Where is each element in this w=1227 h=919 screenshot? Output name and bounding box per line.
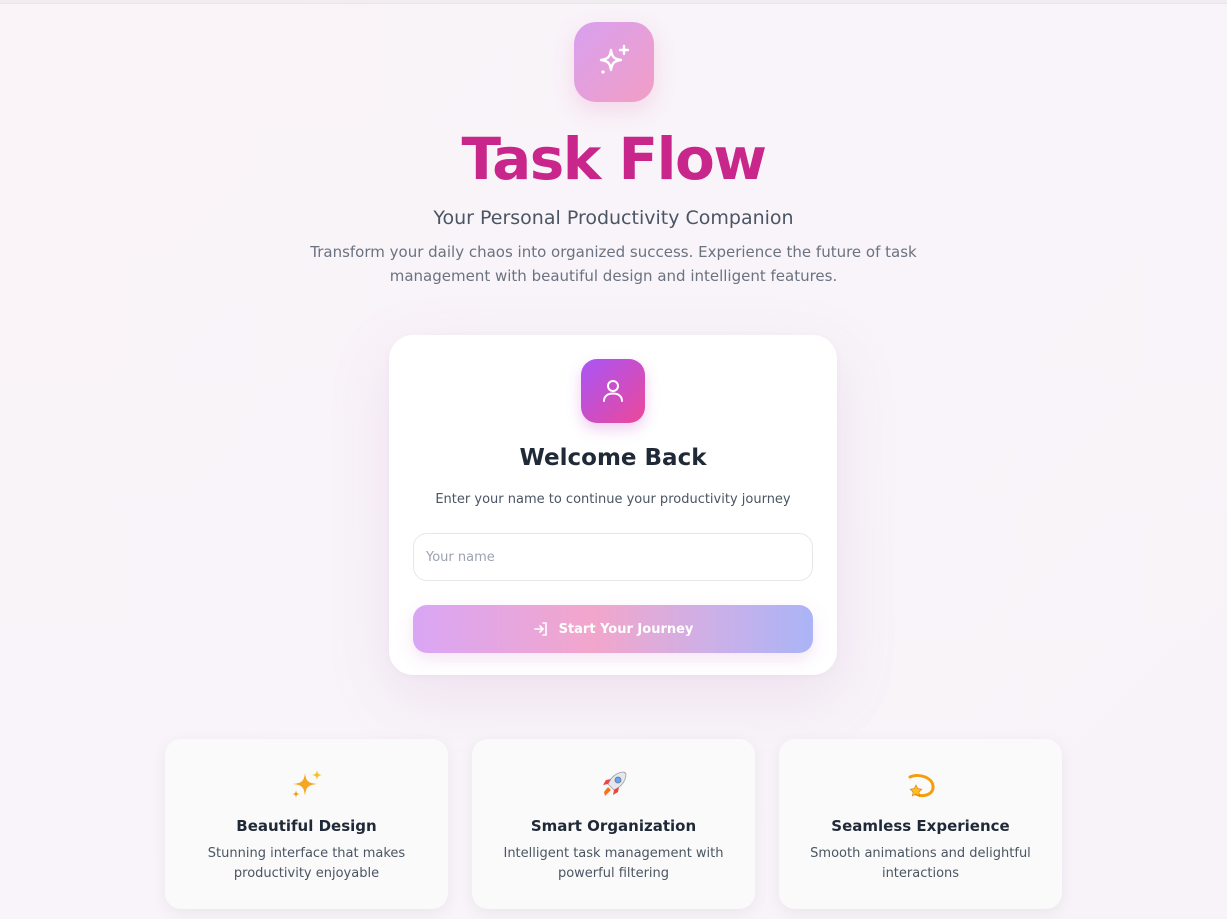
sparkles-icon bbox=[599, 44, 629, 74]
start-journey-button[interactable]: Start Your Journey bbox=[413, 605, 813, 653]
login-card: Welcome Back Enter your name to continue… bbox=[389, 335, 837, 675]
feature-title: Seamless Experience bbox=[831, 817, 1010, 835]
feature-description: Stunning interface that makes productivi… bbox=[207, 846, 406, 881]
app-title: Task Flow bbox=[461, 125, 767, 193]
app-description: Transform your daily chaos into organize… bbox=[310, 243, 917, 285]
sparkles-emoji-icon bbox=[290, 767, 324, 801]
feature-card-organization: Smart Organization Intelligent task mana… bbox=[472, 739, 755, 909]
login-prompt: Enter your name to continue your product… bbox=[435, 492, 791, 507]
feature-title: Beautiful Design bbox=[236, 817, 377, 835]
feature-description: Intelligent task management with powerfu… bbox=[503, 846, 724, 881]
log-in-icon bbox=[533, 622, 547, 636]
feature-description: Smooth animations and delightful interac… bbox=[810, 846, 1031, 881]
user-icon bbox=[603, 380, 623, 402]
welcome-heading: Welcome Back bbox=[519, 445, 707, 471]
feature-card-design: Beautiful Design Stunning interface that… bbox=[165, 739, 448, 909]
app-subtitle: Your Personal Productivity Companion bbox=[433, 207, 794, 229]
features-row: Beautiful Design Stunning interface that… bbox=[165, 739, 1062, 909]
feature-title: Smart Organization bbox=[530, 817, 697, 835]
user-avatar-tile bbox=[581, 359, 645, 423]
start-journey-label: Start Your Journey bbox=[558, 621, 694, 637]
feature-card-experience: Seamless Experience Smooth animations an… bbox=[779, 739, 1062, 909]
hero-section: Task Flow Your Personal Productivity Com… bbox=[0, 22, 1227, 288]
name-input[interactable] bbox=[413, 533, 813, 581]
dizzy-star-emoji-icon bbox=[904, 767, 938, 801]
logo-tile bbox=[573, 22, 654, 102]
rocket-emoji-icon bbox=[597, 767, 631, 801]
top-border bbox=[0, 0, 1227, 4]
